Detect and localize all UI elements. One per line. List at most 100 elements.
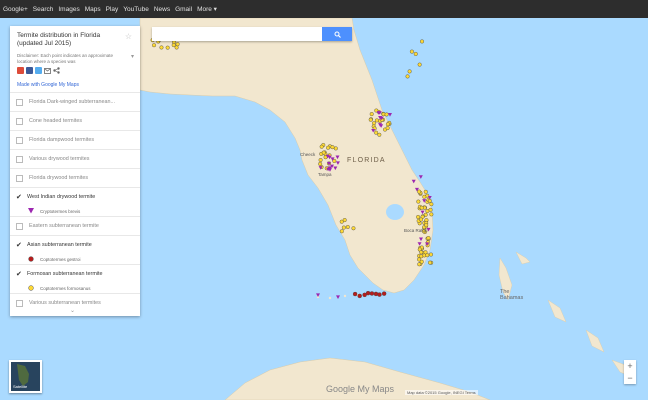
layer-header[interactable]: Florida dampwood termites [16,131,134,149]
layer-header[interactable]: Various drywood termites [16,150,134,168]
map-marker[interactable] [420,39,425,44]
map-marker[interactable] [419,217,424,222]
map-marker[interactable] [352,291,358,297]
share-icon[interactable] [53,67,60,74]
layer-header[interactable]: Florida drywood termites [16,169,134,187]
chevron-down-icon[interactable]: ▾ [131,53,134,60]
map-marker[interactable] [365,290,371,296]
map-marker[interactable] [422,194,427,199]
map-marker[interactable] [351,226,356,231]
map-marker[interactable] [374,118,379,123]
map-marker[interactable] [330,145,335,150]
checkbox-checked[interactable]: ✔ [16,194,23,201]
checkbox-unchecked[interactable] [16,98,23,106]
checkbox-unchecked[interactable] [16,174,23,182]
checkbox-checked[interactable]: ✔ [16,242,23,249]
map-marker[interactable] [413,51,418,56]
map-marker[interactable] [407,69,412,74]
map-marker[interactable] [318,158,323,163]
map-marker[interactable] [417,262,422,267]
map-marker[interactable] [424,223,429,228]
search-input[interactable] [152,27,320,41]
checkbox-unchecked[interactable] [16,117,23,125]
map-marker[interactable] [374,130,379,135]
map-marker[interactable] [417,62,422,67]
map-marker[interactable] [175,42,180,47]
map-marker[interactable] [171,43,176,48]
map-marker[interactable] [416,214,421,219]
twitter-icon[interactable] [35,67,42,74]
map-marker[interactable] [321,150,326,155]
map-marker[interactable] [369,112,374,117]
layer-header[interactable]: Eastern subterranean termite [16,217,134,235]
map-marker[interactable] [429,212,434,217]
layer-header[interactable]: Cone headed termites [16,112,134,130]
map-title: Termite distribution in Florida (updated… [17,32,101,47]
map-marker[interactable] [373,291,379,297]
layer-header[interactable]: ✔ Asian subterranean termite [16,236,134,254]
map-marker[interactable] [426,236,431,241]
layer-header[interactable]: ✔ West Indian drywood termite [16,188,134,206]
map-marker[interactable] [416,199,421,204]
nav-link[interactable]: Maps [85,6,101,13]
nav-link[interactable]: Search [33,6,54,13]
map-marker[interactable] [326,145,331,150]
map-marker[interactable] [429,202,434,207]
zoom-out-button[interactable]: − [624,372,636,384]
map-marker[interactable] [428,260,433,265]
map-marker[interactable] [372,121,377,126]
nav-link[interactable]: Google+ [3,6,28,13]
layer-header[interactable]: ✔ Formosan subterranean termite [16,265,134,283]
nav-link[interactable]: YouTube [123,6,149,13]
layer-header[interactable]: Florida Dark-winged subterranean... [16,93,134,111]
map-marker[interactable] [417,189,422,194]
nav-link[interactable]: Images [58,6,79,13]
map-marker[interactable] [333,146,338,151]
email-icon[interactable] [44,67,51,74]
map-marker[interactable] [152,43,157,48]
map-marker[interactable] [385,126,390,131]
map-marker[interactable] [427,198,432,203]
map-marker[interactable] [345,225,350,230]
star-icon[interactable]: ☆ [125,32,132,41]
google-plus-icon[interactable] [17,67,24,74]
map-marker[interactable] [419,205,424,210]
checkbox-unchecked[interactable] [16,299,23,307]
chevron-down-icon[interactable]: ⌄ [70,307,75,314]
checkbox-unchecked[interactable] [16,155,23,163]
nav-link[interactable]: News [154,6,170,13]
map-marker[interactable] [423,189,428,194]
checkbox-unchecked[interactable] [16,222,23,230]
map-marker[interactable] [369,291,375,296]
map-marker[interactable] [341,225,346,230]
map-marker[interactable] [377,292,382,297]
map-marker[interactable] [339,219,344,224]
map-marker[interactable] [385,122,390,127]
map-marker[interactable] [428,207,433,212]
made-with-link[interactable]: Made with Google My Maps [17,82,79,88]
map-marker[interactable] [423,250,428,255]
map-marker[interactable] [357,293,362,299]
map-marker[interactable] [384,112,389,117]
nav-link[interactable]: Gmail [175,6,192,13]
satellite-toggle[interactable]: Satellite [9,360,42,393]
map-marker[interactable] [419,250,424,255]
map-marker[interactable] [377,132,382,137]
checkbox-unchecked[interactable] [16,136,23,144]
facebook-icon[interactable] [26,67,33,74]
nav-link[interactable]: More ▾ [197,5,217,13]
map-marker[interactable] [319,144,324,149]
map-marker[interactable] [339,229,344,234]
map-marker[interactable] [381,291,387,296]
map-marker[interactable] [409,49,414,54]
map-marker[interactable] [159,45,164,50]
zoom-in-button[interactable]: + [624,360,636,372]
map-marker[interactable] [368,117,373,122]
map-marker[interactable] [428,252,433,257]
terms-text[interactable]: Map data ©2015 Google, INEGI Terms [405,390,478,395]
search-button[interactable] [322,27,352,41]
nav-link[interactable]: Play [106,6,119,13]
map-marker[interactable] [165,45,170,50]
map-marker[interactable] [405,74,410,79]
checkbox-checked[interactable]: ✔ [16,271,23,278]
